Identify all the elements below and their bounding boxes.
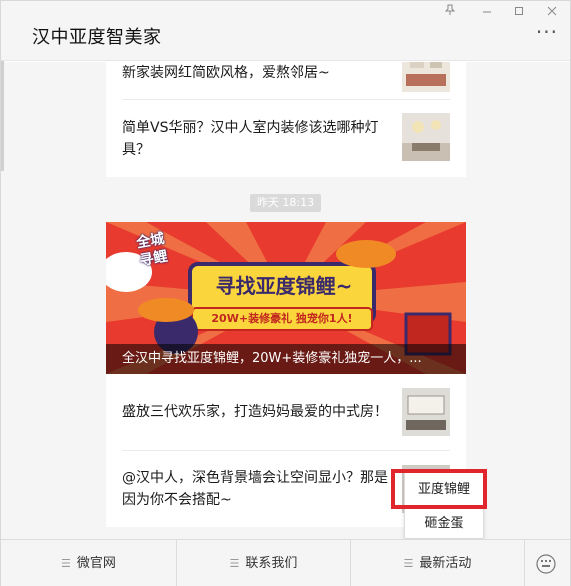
menu-lines-icon: ☰ <box>403 557 414 570</box>
article-item[interactable]: 盛放三代欢乐家，打造妈妈最爱的中式房！ <box>122 374 450 451</box>
minimize-icon[interactable] <box>476 3 498 21</box>
submenu-item-smash-egg[interactable]: 砸金蛋 <box>405 508 483 540</box>
pin-icon[interactable] <box>439 3 461 21</box>
maximize-icon[interactable] <box>508 3 530 21</box>
article-title: @汉中人，深色背景墙会让空间显小？那是因为你不会搭配~ <box>122 470 388 508</box>
article-title: 新家装网红简欧风格，爱熬邻居~ <box>122 65 330 81</box>
window-title: 汉中亚度智美家 <box>32 27 162 48</box>
menu-lines-icon: ☰ <box>229 557 240 570</box>
title-bar: 汉中亚度智美家 ··· <box>1 1 570 61</box>
menu-lines-icon: ☰ <box>61 557 71 570</box>
banner-headline: 寻找亚度锦鲤~ <box>215 274 353 298</box>
message-timestamp: 昨天 18:13 <box>250 194 321 212</box>
menu-tab-official-site[interactable]: ☰ 微官网 <box>1 540 177 586</box>
article-thumbnail <box>402 62 450 100</box>
article-thumbnail <box>402 113 450 161</box>
menu-tab-label: 联系我们 <box>245 556 298 571</box>
menu-tab-label: 最新活动 <box>419 556 472 571</box>
banner-caption: 全汉中寻找亚度锦鲤，20W+装修豪礼独宠一人，... <box>106 344 466 374</box>
message-area[interactable]: 新家装网红简欧风格，爱熬邻居~ 简单VS华丽？汉中人室内装修该选哪种灯具？ 昨天… <box>1 62 570 539</box>
menu-tab-contact-us[interactable]: ☰ 联系我们 <box>177 540 351 586</box>
menu-tab-latest-activity[interactable]: ☰ 最新活动 <box>351 540 525 586</box>
article-title: 盛放三代欢乐家，打造妈妈最爱的中式房！ <box>122 404 388 420</box>
article-item[interactable]: 新家装网红简欧风格，爱熬邻居~ <box>122 62 450 100</box>
article-item[interactable]: 简单VS华丽？汉中人室内装修该选哪种灯具？ <box>122 100 450 177</box>
article-title: 简单VS华丽？汉中人室内装修该选哪种灯具？ <box>122 120 379 158</box>
bottom-menu-bar: ☰ 微官网 ☰ 联系我们 ☰ 最新活动 <box>1 539 570 586</box>
scrollbar[interactable] <box>1 61 4 171</box>
banner-subline: 20W+装修豪礼 独宠你1人! <box>211 312 353 325</box>
menu-tab-label: 微官网 <box>76 556 116 571</box>
highlight-box <box>391 469 487 509</box>
article-card: 新家装网红简欧风格，爱熬邻居~ 简单VS华丽？汉中人室内装修该选哪种灯具？ <box>106 62 466 177</box>
close-icon[interactable] <box>541 3 563 21</box>
more-options-icon[interactable]: ··· <box>536 22 558 42</box>
article-thumbnail <box>402 388 450 436</box>
keyboard-toggle-icon[interactable] <box>524 540 570 586</box>
article-banner[interactable]: 全城 寻鲤 寻找亚度锦鲤~ 20W+装修豪礼 独宠你1人! 全汉中寻找亚度锦鲤，… <box>106 222 466 374</box>
wechat-official-account-window: 汉中亚度智美家 ··· 新家装网红简欧风格，爱熬邻居~ 简单VS华丽？汉中人室内… <box>0 0 571 586</box>
